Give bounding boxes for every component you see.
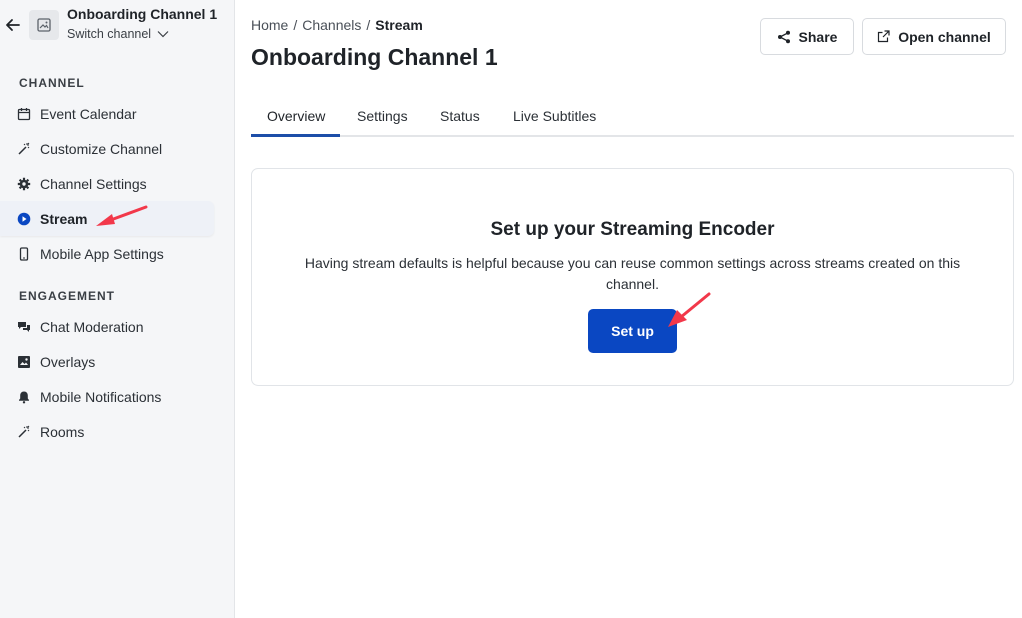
card-title: Set up your Streaming Encoder [490,219,775,240]
image-gallery-icon [17,355,31,369]
channel-name: Onboarding Channel 1 [67,6,218,22]
tab-bar: Overview Settings Status Live Subtitles [251,100,1014,137]
sidebar-item-label: Channel Settings [40,175,147,192]
tab-settings[interactable]: Settings [357,108,408,124]
external-link-icon [878,30,890,43]
breadcrumb-separator: / [293,17,298,33]
sidebar-item-mobile-app-settings[interactable]: Mobile App Settings [0,236,214,271]
switch-channel-label: Switch channel [67,27,152,41]
active-tab-indicator [251,134,340,137]
sidebar-item-channel-settings[interactable]: Channel Settings [0,166,214,201]
page-title: Onboarding Channel 1 [251,44,498,70]
sidebar-item-label: Stream [40,210,88,227]
open-channel-button[interactable]: Open channel [862,18,1006,55]
magic-wand-icon [17,425,31,439]
channel-header: Onboarding Channel 1 Switch channel [0,0,235,56]
card-description: Having stream defaults is helpful becaus… [304,255,961,292]
streaming-encoder-card: Set up your Streaming Encoder Having str… [251,168,1014,386]
sidebar-item-label: Overlays [40,353,96,370]
calendar-icon [17,107,31,121]
tab-live-subtitles[interactable]: Live Subtitles [513,108,596,124]
channel-thumbnail-icon [29,10,59,40]
sidebar-item-label: Mobile Notifications [40,388,162,405]
gear-icon [17,177,31,191]
breadcrumb-channels[interactable]: Channels [302,17,361,33]
mobile-phone-icon [17,246,31,261]
chat-bubbles-icon [17,320,31,334]
share-icon [777,30,790,43]
sidebar: Onboarding Channel 1 Switch channel CHAN… [0,0,235,618]
sidebar-item-rooms[interactable]: Rooms [0,414,214,449]
main-content: Home / Channels / Stream Onboarding Channel … [251,0,1014,618]
breadcrumb-home[interactable]: Home [251,17,288,33]
sidebar-item-event-calendar[interactable]: Event Calendar [0,96,214,131]
magic-wand-icon [17,142,31,156]
sidebar-item-chat-moderation[interactable]: Chat Moderation [0,309,214,344]
sidebar-item-label: Chat Moderation [40,318,144,335]
breadcrumb: Home / Channels / Stream [251,17,423,33]
sidebar-item-mobile-notifications[interactable]: Mobile Notifications [0,379,214,414]
section-title-channel: CHANNEL [19,76,85,90]
bell-icon [17,390,31,404]
section-title-engagement: ENGAGEMENT [19,289,116,303]
sidebar-item-label: Mobile App Settings [40,245,164,262]
sidebar-item-label: Rooms [40,423,85,440]
sidebar-item-overlays[interactable]: Overlays [0,344,214,379]
tab-overview[interactable]: Overview [267,108,325,124]
share-button[interactable]: Share [760,18,854,55]
breadcrumb-current: Stream [375,17,423,33]
breadcrumb-separator: / [366,17,371,33]
tab-status[interactable]: Status [440,108,480,124]
sidebar-item-label: Event Calendar [40,105,137,122]
share-label: Share [798,28,838,45]
sidebar-item-stream[interactable]: Stream [0,201,214,236]
back-arrow-icon[interactable] [4,16,22,34]
switch-channel-dropdown[interactable]: Switch channel [67,27,169,41]
set-up-button[interactable]: Set up [588,309,677,353]
open-channel-label: Open channel [898,28,991,45]
sidebar-item-customize-channel[interactable]: Customize Channel [0,131,214,166]
chevron-down-icon [157,31,169,38]
play-circle-icon [17,212,31,226]
sidebar-item-label: Customize Channel [40,140,163,157]
